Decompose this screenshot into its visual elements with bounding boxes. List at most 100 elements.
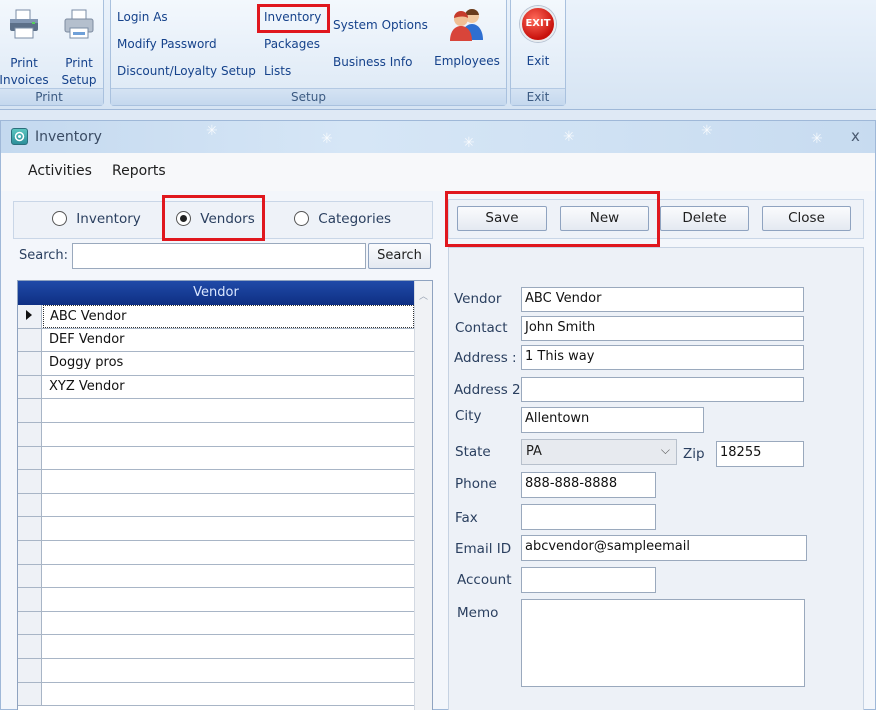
table-row[interactable] — [18, 682, 414, 707]
row-header[interactable] — [18, 564, 42, 588]
table-row[interactable] — [18, 446, 414, 471]
window-close-icon[interactable]: x — [851, 127, 860, 145]
address-field[interactable]: 1 This way — [521, 345, 804, 370]
table-row[interactable]: DEF Vendor — [18, 328, 414, 353]
vendor-cell[interactable] — [43, 423, 414, 446]
lists-button[interactable]: Lists — [264, 64, 291, 78]
business-info-button[interactable]: Business Info — [333, 55, 412, 69]
menu-reports[interactable]: Reports — [112, 163, 166, 179]
search-button[interactable]: Search — [368, 243, 431, 269]
vendor-cell[interactable] — [43, 683, 414, 706]
vendor-cell[interactable] — [43, 494, 414, 517]
grid-column-header[interactable]: Vendor — [18, 281, 414, 305]
phone-field[interactable]: 888-888-8888 — [521, 472, 656, 498]
window-title-bar[interactable]: Inventory ✳ ✳ ✳ ✳ ✳ ✳ x — [1, 121, 875, 153]
city-label: City — [455, 408, 482, 424]
employees-label: Employees — [434, 54, 500, 68]
table-row[interactable]: Doggy pros — [18, 352, 414, 376]
row-header[interactable] — [18, 682, 42, 706]
search-label: Search: — [19, 248, 69, 263]
zip-field[interactable]: 18255 — [716, 441, 804, 467]
table-row[interactable] — [18, 541, 414, 565]
login-as-button[interactable]: Login As — [117, 10, 168, 24]
table-row[interactable] — [18, 588, 414, 612]
discount-loyalty-setup-button[interactable]: Discount/Loyalty Setup — [117, 64, 256, 78]
table-row[interactable]: ABC Vendor — [18, 305, 414, 329]
scroll-up-icon[interactable]: ︿ — [419, 289, 428, 302]
vendor-cell[interactable] — [43, 541, 414, 564]
system-options-button[interactable]: System Options — [333, 18, 428, 32]
vendor-cell[interactable]: DEF Vendor — [43, 329, 414, 352]
vendor-cell[interactable] — [43, 447, 414, 470]
table-row[interactable] — [18, 423, 414, 447]
radio-vendors[interactable]: Vendors — [176, 211, 255, 227]
fax-field[interactable] — [521, 504, 656, 530]
radio-inventory[interactable]: Inventory — [52, 211, 141, 227]
vendor-field[interactable]: ABC Vendor — [521, 287, 804, 312]
inventory-ribbon-button[interactable]: Inventory — [264, 10, 321, 24]
grid-scrollbar[interactable]: ︿ — [414, 281, 432, 710]
state-label: State — [455, 444, 491, 460]
row-header[interactable] — [18, 399, 42, 422]
row-header[interactable] — [18, 659, 42, 682]
vendor-cell[interactable] — [43, 659, 414, 682]
print-setup-icon — [63, 8, 95, 40]
vendor-cell[interactable] — [43, 588, 414, 611]
radio-categories[interactable]: Categories — [294, 211, 391, 227]
delete-button[interactable]: Delete — [660, 206, 749, 231]
row-header[interactable] — [18, 328, 42, 352]
table-row[interactable]: XYZ Vendor — [18, 375, 414, 400]
table-row[interactable] — [18, 611, 414, 636]
table-row[interactable] — [18, 470, 414, 494]
close-button[interactable]: Close — [762, 206, 851, 231]
row-header[interactable] — [18, 635, 42, 658]
contact-field[interactable]: John Smith — [521, 316, 804, 341]
modify-password-button[interactable]: Modify Password — [117, 37, 217, 51]
account-field[interactable] — [521, 567, 656, 593]
row-header[interactable] — [18, 541, 42, 564]
vendor-cell[interactable] — [43, 399, 414, 422]
exit-button[interactable]: EXIT Exit — [514, 4, 562, 74]
row-header[interactable] — [18, 446, 42, 470]
memo-field[interactable] — [521, 599, 805, 687]
vendor-cell[interactable]: ABC Vendor — [43, 305, 414, 328]
vendor-cell[interactable]: XYZ Vendor — [43, 376, 414, 399]
table-row[interactable] — [18, 659, 414, 683]
table-row[interactable] — [18, 564, 414, 589]
city-field[interactable]: Allentown — [521, 407, 704, 433]
table-row[interactable] — [18, 635, 414, 659]
address2-field[interactable] — [521, 377, 804, 402]
packages-button[interactable]: Packages — [264, 37, 320, 51]
row-header[interactable] — [18, 305, 42, 328]
new-button[interactable]: New — [560, 206, 649, 231]
email-field[interactable]: abcvendor@sampleemail — [521, 535, 807, 561]
employees-button[interactable]: Employees — [432, 4, 502, 74]
row-header[interactable] — [18, 352, 42, 375]
vendor-cell[interactable] — [43, 565, 414, 588]
row-header[interactable] — [18, 470, 42, 493]
row-header[interactable] — [18, 375, 42, 399]
vendor-cell[interactable] — [43, 612, 414, 635]
vendor-cell[interactable] — [43, 517, 414, 540]
row-header[interactable] — [18, 588, 42, 611]
row-header[interactable] — [18, 493, 42, 517]
row-header[interactable] — [18, 423, 42, 446]
print-invoices-button[interactable]: Print Invoices — [0, 4, 49, 87]
ribbon-group-label: Print — [0, 88, 103, 105]
vendor-cell[interactable] — [43, 635, 414, 658]
print-setup-button[interactable]: Print Setup — [56, 4, 102, 87]
menu-activities[interactable]: Activities — [28, 163, 92, 179]
table-row[interactable] — [18, 493, 414, 518]
vendor-cell[interactable] — [43, 470, 414, 493]
table-row[interactable] — [18, 399, 414, 423]
table-row[interactable] — [18, 517, 414, 541]
vendor-cell[interactable]: Doggy pros — [43, 352, 414, 375]
menu-bar: Activities Reports — [1, 153, 875, 191]
row-header[interactable] — [18, 611, 42, 635]
save-button[interactable]: Save — [457, 206, 547, 231]
state-select[interactable]: PA ⌵ — [521, 439, 677, 465]
radio-button — [294, 211, 309, 226]
row-header[interactable] — [18, 517, 42, 540]
search-input[interactable] — [72, 243, 366, 269]
exit-label: Exit — [526, 54, 550, 68]
